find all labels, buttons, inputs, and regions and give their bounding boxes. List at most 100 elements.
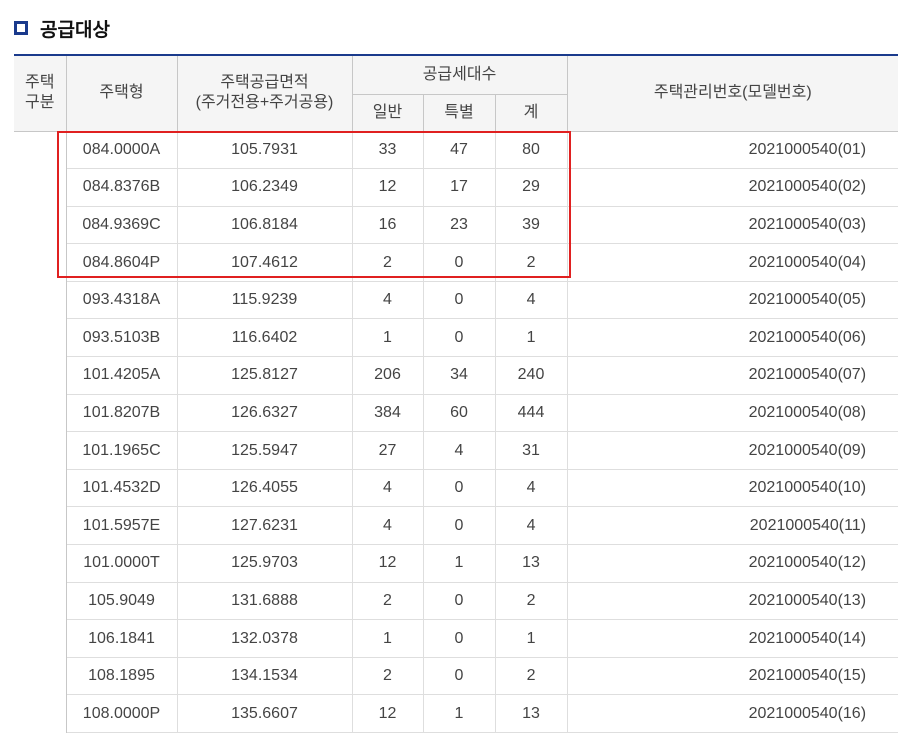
housing-type-cell: 093.5103B: [66, 318, 178, 358]
table-row: 084.9369C 106.8184 16 23 39 2021000540(03): [14, 206, 898, 245]
header-special: 특별: [423, 94, 496, 132]
total-units-cell: 444: [495, 394, 568, 433]
model-number-cell: 2021000540(04): [567, 243, 898, 282]
area-cell: 135.6607: [177, 694, 353, 733]
general-units-cell: 384: [352, 394, 424, 433]
special-units-cell: 0: [423, 582, 496, 621]
total-units-cell: 31: [495, 431, 568, 470]
header-model: 주택관리번호(모델번호): [567, 54, 898, 132]
table-row: 084.0000A 105.7931 33 47 80 2021000540(01): [14, 131, 898, 733]
table-row: 105.9049 131.6888 2 0 2 2021000540(13): [14, 582, 898, 621]
special-units-cell: 0: [423, 506, 496, 546]
housing-type-cell: 101.4532D: [66, 468, 178, 508]
housing-type-cell: 101.8207B: [66, 394, 178, 433]
general-units-cell: 4: [352, 280, 424, 320]
square-bullet-icon: [14, 21, 28, 35]
housing-type-cell: 084.8604P: [66, 243, 178, 282]
model-number-cell: 2021000540(08): [567, 394, 898, 433]
area-cell: 106.2349: [177, 168, 353, 207]
area-cell: 107.4612: [177, 243, 353, 282]
area-cell: 125.5947: [177, 431, 353, 470]
table-row: 108.0000P 135.6607 12 1 13 2021000540(16): [14, 694, 898, 733]
special-units-cell: 17: [423, 168, 496, 207]
area-cell: 106.8184: [177, 206, 353, 245]
model-number-cell: 2021000540(02): [567, 168, 898, 207]
model-number-cell: 2021000540(16): [567, 694, 898, 733]
special-units-cell: 0: [423, 318, 496, 358]
general-units-cell: 12: [352, 168, 424, 207]
special-units-cell: 0: [423, 243, 496, 282]
table-row: 093.5103B 116.6402 1 0 1 2021000540(06): [14, 318, 898, 358]
table-row: 101.5957E 127.6231 4 0 4 2021000540(11): [14, 506, 898, 546]
model-number-cell: 2021000540(14): [567, 619, 898, 658]
housing-type-cell: 093.4318A: [66, 280, 178, 320]
header-area: 주택공급면적 (주거전용+주거공용): [177, 54, 353, 132]
total-units-cell: 2: [495, 582, 568, 621]
total-units-cell: 80: [495, 131, 568, 170]
area-cell: 131.6888: [177, 582, 353, 621]
model-number-cell: 2021000540(07): [567, 356, 898, 395]
area-cell: 105.7931: [177, 131, 353, 170]
model-number-cell: 2021000540(11): [567, 506, 898, 546]
table-row: 101.1965C 125.5947 27 4 31 2021000540(09): [14, 431, 898, 470]
special-units-cell: 0: [423, 280, 496, 320]
housing-type-cell: 105.9049: [66, 582, 178, 621]
total-units-cell: 2: [495, 243, 568, 282]
model-number-cell: 2021000540(01): [567, 131, 898, 170]
area-cell: 127.6231: [177, 506, 353, 546]
housing-type-cell: 106.1841: [66, 619, 178, 658]
header-general: 일반: [352, 94, 424, 132]
housing-type-cell: 108.0000P: [66, 694, 178, 733]
header-housing-type: 주택형: [66, 54, 178, 132]
total-units-cell: 13: [495, 544, 568, 583]
special-units-cell: 1: [423, 544, 496, 583]
general-units-cell: 33: [352, 131, 424, 170]
housing-type-cell: 084.0000A: [66, 131, 178, 170]
area-cell: 115.9239: [177, 280, 353, 320]
area-cell: 132.0378: [177, 619, 353, 658]
model-number-cell: 2021000540(15): [567, 657, 898, 696]
area-cell: 126.4055: [177, 468, 353, 508]
special-units-cell: 0: [423, 619, 496, 658]
model-number-cell: 2021000540(13): [567, 582, 898, 621]
section-title: 공급대상: [40, 18, 110, 41]
general-units-cell: 1: [352, 318, 424, 358]
total-units-cell: 4: [495, 468, 568, 508]
general-units-cell: 1: [352, 619, 424, 658]
table-row: 093.4318A 115.9239 4 0 4 2021000540(05): [14, 280, 898, 320]
housing-type-cell: 101.5957E: [66, 506, 178, 546]
special-units-cell: 0: [423, 468, 496, 508]
special-units-cell: 1: [423, 694, 496, 733]
general-units-cell: 2: [352, 657, 424, 696]
area-cell: 126.6327: [177, 394, 353, 433]
general-units-cell: 16: [352, 206, 424, 245]
special-units-cell: 60: [423, 394, 496, 433]
special-units-cell: 4: [423, 431, 496, 470]
table-row: 101.8207B 126.6327 384 60 444 2021000540(08): [14, 394, 898, 433]
general-units-cell: 4: [352, 468, 424, 508]
model-number-cell: 2021000540(06): [567, 318, 898, 358]
total-units-cell: 39: [495, 206, 568, 245]
total-units-cell: 29: [495, 168, 568, 207]
general-units-cell: 4: [352, 506, 424, 546]
special-units-cell: 34: [423, 356, 496, 395]
general-units-cell: 12: [352, 544, 424, 583]
table-row: 108.1895 134.1534 2 0 2 2021000540(15): [14, 657, 898, 696]
section-header: 공급대상: [14, 14, 110, 42]
supply-table: 주택 구분 주택형 주택공급면적 (주거전용+주거공용) 공급세대수 주택관리번…: [14, 54, 898, 733]
special-units-cell: 23: [423, 206, 496, 245]
area-cell: 125.9703: [177, 544, 353, 583]
table-row: 101.4532D 126.4055 4 0 4 2021000540(10): [14, 468, 898, 508]
header-total: 계: [495, 94, 568, 132]
special-units-cell: 47: [423, 131, 496, 170]
housing-type-cell: 101.1965C: [66, 431, 178, 470]
table-row: 084.8604P 107.4612 2 0 2 2021000540(04): [14, 243, 898, 282]
general-units-cell: 206: [352, 356, 424, 395]
model-number-cell: 2021000540(09): [567, 431, 898, 470]
total-units-cell: 4: [495, 506, 568, 546]
header-units: 공급세대수: [352, 54, 568, 95]
total-units-cell: 4: [495, 280, 568, 320]
special-units-cell: 0: [423, 657, 496, 696]
total-units-cell: 1: [495, 619, 568, 658]
table-row: 101.0000T 125.9703 12 1 13 2021000540(12): [14, 544, 898, 583]
